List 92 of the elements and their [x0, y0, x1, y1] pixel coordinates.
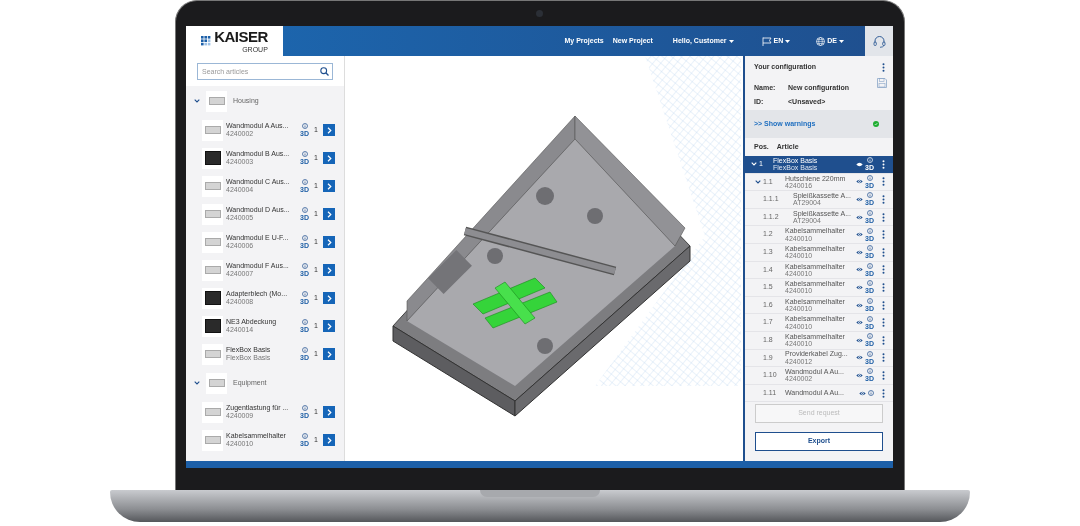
chevron-right-icon	[326, 294, 332, 302]
add-button[interactable]	[323, 180, 335, 192]
eye-icon[interactable]	[856, 355, 864, 361]
product-photo	[206, 90, 227, 112]
eye-icon[interactable]	[856, 214, 864, 220]
add-button[interactable]	[323, 320, 335, 332]
webcam-dot	[536, 10, 543, 17]
info-icon	[301, 263, 308, 269]
add-button[interactable]	[323, 264, 335, 276]
add-button[interactable]	[323, 236, 335, 248]
more-icon[interactable]	[882, 159, 885, 169]
add-button[interactable]	[323, 434, 335, 446]
chevron-right-icon	[326, 238, 332, 246]
info-icon	[866, 262, 873, 269]
eye-icon[interactable]	[856, 337, 864, 343]
more-icon[interactable]	[882, 300, 885, 310]
info-icon	[866, 227, 873, 234]
chevron-right-icon	[326, 182, 332, 190]
chevron-right-icon	[326, 322, 332, 330]
chevron-right-icon	[326, 266, 332, 274]
eye-icon[interactable]	[856, 232, 864, 238]
eye-icon[interactable]	[856, 249, 864, 255]
eye-icon[interactable]	[856, 372, 864, 378]
add-button[interactable]	[323, 124, 335, 136]
more-icon[interactable]	[882, 282, 885, 292]
info-icon	[301, 433, 308, 439]
chevron-down-icon[interactable]	[194, 381, 200, 385]
chevron-right-icon	[326, 126, 332, 134]
logo-wordmark: KAISER	[214, 27, 268, 45]
info-icon	[301, 179, 308, 185]
search-icon[interactable]	[320, 66, 329, 76]
info-icon	[868, 390, 874, 396]
info-icon	[866, 174, 873, 181]
more-icon[interactable]	[882, 265, 885, 275]
more-icon[interactable]	[882, 230, 885, 240]
chevron-right-icon	[326, 408, 332, 416]
info-icon	[866, 157, 873, 164]
eye-icon[interactable]	[856, 179, 864, 185]
info-icon	[866, 210, 873, 217]
eye-icon[interactable]	[856, 320, 864, 326]
info-icon	[301, 405, 308, 411]
more-icon[interactable]	[882, 247, 885, 257]
info-icon	[866, 245, 873, 252]
info-icon	[866, 280, 873, 287]
info-icon	[866, 192, 873, 199]
more-icon[interactable]	[882, 195, 885, 204]
more-icon[interactable]	[882, 177, 885, 187]
more-icon[interactable]	[882, 370, 885, 380]
info-icon	[866, 333, 873, 340]
info-icon	[866, 368, 873, 375]
chevron-down-icon[interactable]	[755, 179, 761, 184]
add-button[interactable]	[323, 152, 335, 164]
flag-icon	[761, 36, 772, 46]
product-photo	[206, 372, 227, 394]
more-icon[interactable]	[882, 212, 885, 222]
add-button[interactable]	[323, 406, 335, 418]
more-icon[interactable]	[882, 353, 885, 363]
info-icon	[866, 315, 873, 322]
add-button[interactable]	[323, 292, 335, 304]
info-icon	[301, 347, 308, 353]
info-icon	[301, 319, 308, 325]
add-button[interactable]	[323, 208, 335, 220]
info-icon	[301, 235, 308, 241]
eye-icon[interactable]	[856, 267, 864, 273]
more-icon[interactable]	[882, 388, 885, 398]
eye-icon[interactable]	[856, 284, 864, 290]
more-icon[interactable]	[882, 318, 885, 328]
add-button[interactable]	[323, 348, 335, 360]
caret-icon	[839, 39, 844, 43]
chevron-right-icon	[326, 350, 332, 358]
info-icon	[301, 151, 308, 157]
dot-grid-icon	[201, 36, 212, 46]
eye-icon[interactable]	[856, 197, 864, 202]
more-icon[interactable]	[882, 335, 885, 345]
eye-icon[interactable]	[856, 302, 864, 308]
eye-icon[interactable]	[856, 161, 864, 167]
info-icon	[301, 291, 308, 297]
info-icon	[301, 207, 308, 213]
info-icon	[301, 123, 308, 129]
caret-icon	[728, 39, 734, 43]
more-icon[interactable]	[882, 62, 885, 72]
chevron-right-icon	[326, 436, 332, 444]
info-icon	[866, 350, 873, 357]
caret-icon	[785, 39, 791, 43]
chevron-right-icon	[326, 210, 332, 218]
chevron-down-icon[interactable]	[194, 99, 200, 103]
globe-icon	[816, 36, 826, 46]
support-button[interactable]	[865, 26, 893, 56]
headset-icon	[872, 34, 886, 48]
info-icon	[866, 298, 873, 305]
chevron-right-icon	[326, 154, 332, 162]
eye-icon[interactable]	[859, 390, 866, 396]
